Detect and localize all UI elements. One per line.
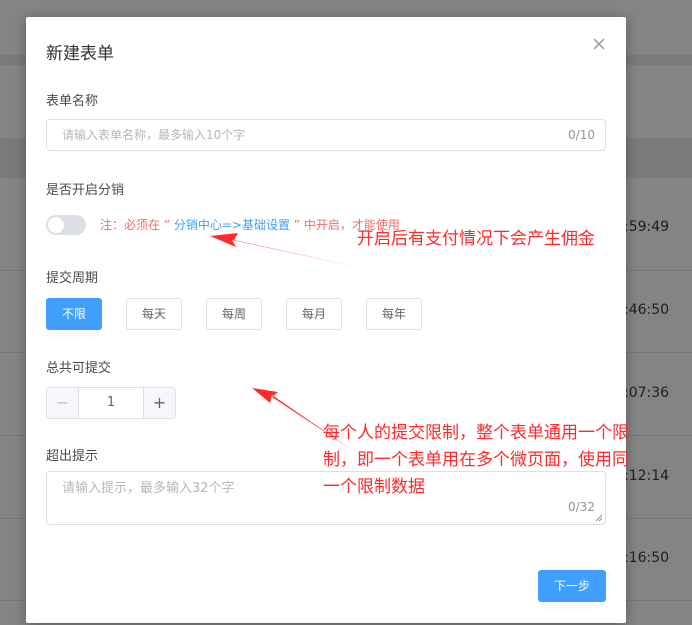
annotation-limit-line: 制，即一个表单用在多个微页面，使用同 xyxy=(323,450,629,470)
annotation-arrow-distribution xyxy=(210,233,362,268)
annotation-arrows xyxy=(210,233,362,450)
annotation-limit-note: 每个人的提交限制，整个表单通用一个限 制，即一个表单用在多个微页面，使用同 一个… xyxy=(323,420,629,501)
annotation-limit-line: 一个限制数据 xyxy=(323,477,425,497)
annotation-distribution-note: 开启后有支付情况下会产生佣金 xyxy=(357,229,595,249)
annotation-limit-line: 每个人的提交限制，整个表单通用一个限 xyxy=(323,423,629,443)
